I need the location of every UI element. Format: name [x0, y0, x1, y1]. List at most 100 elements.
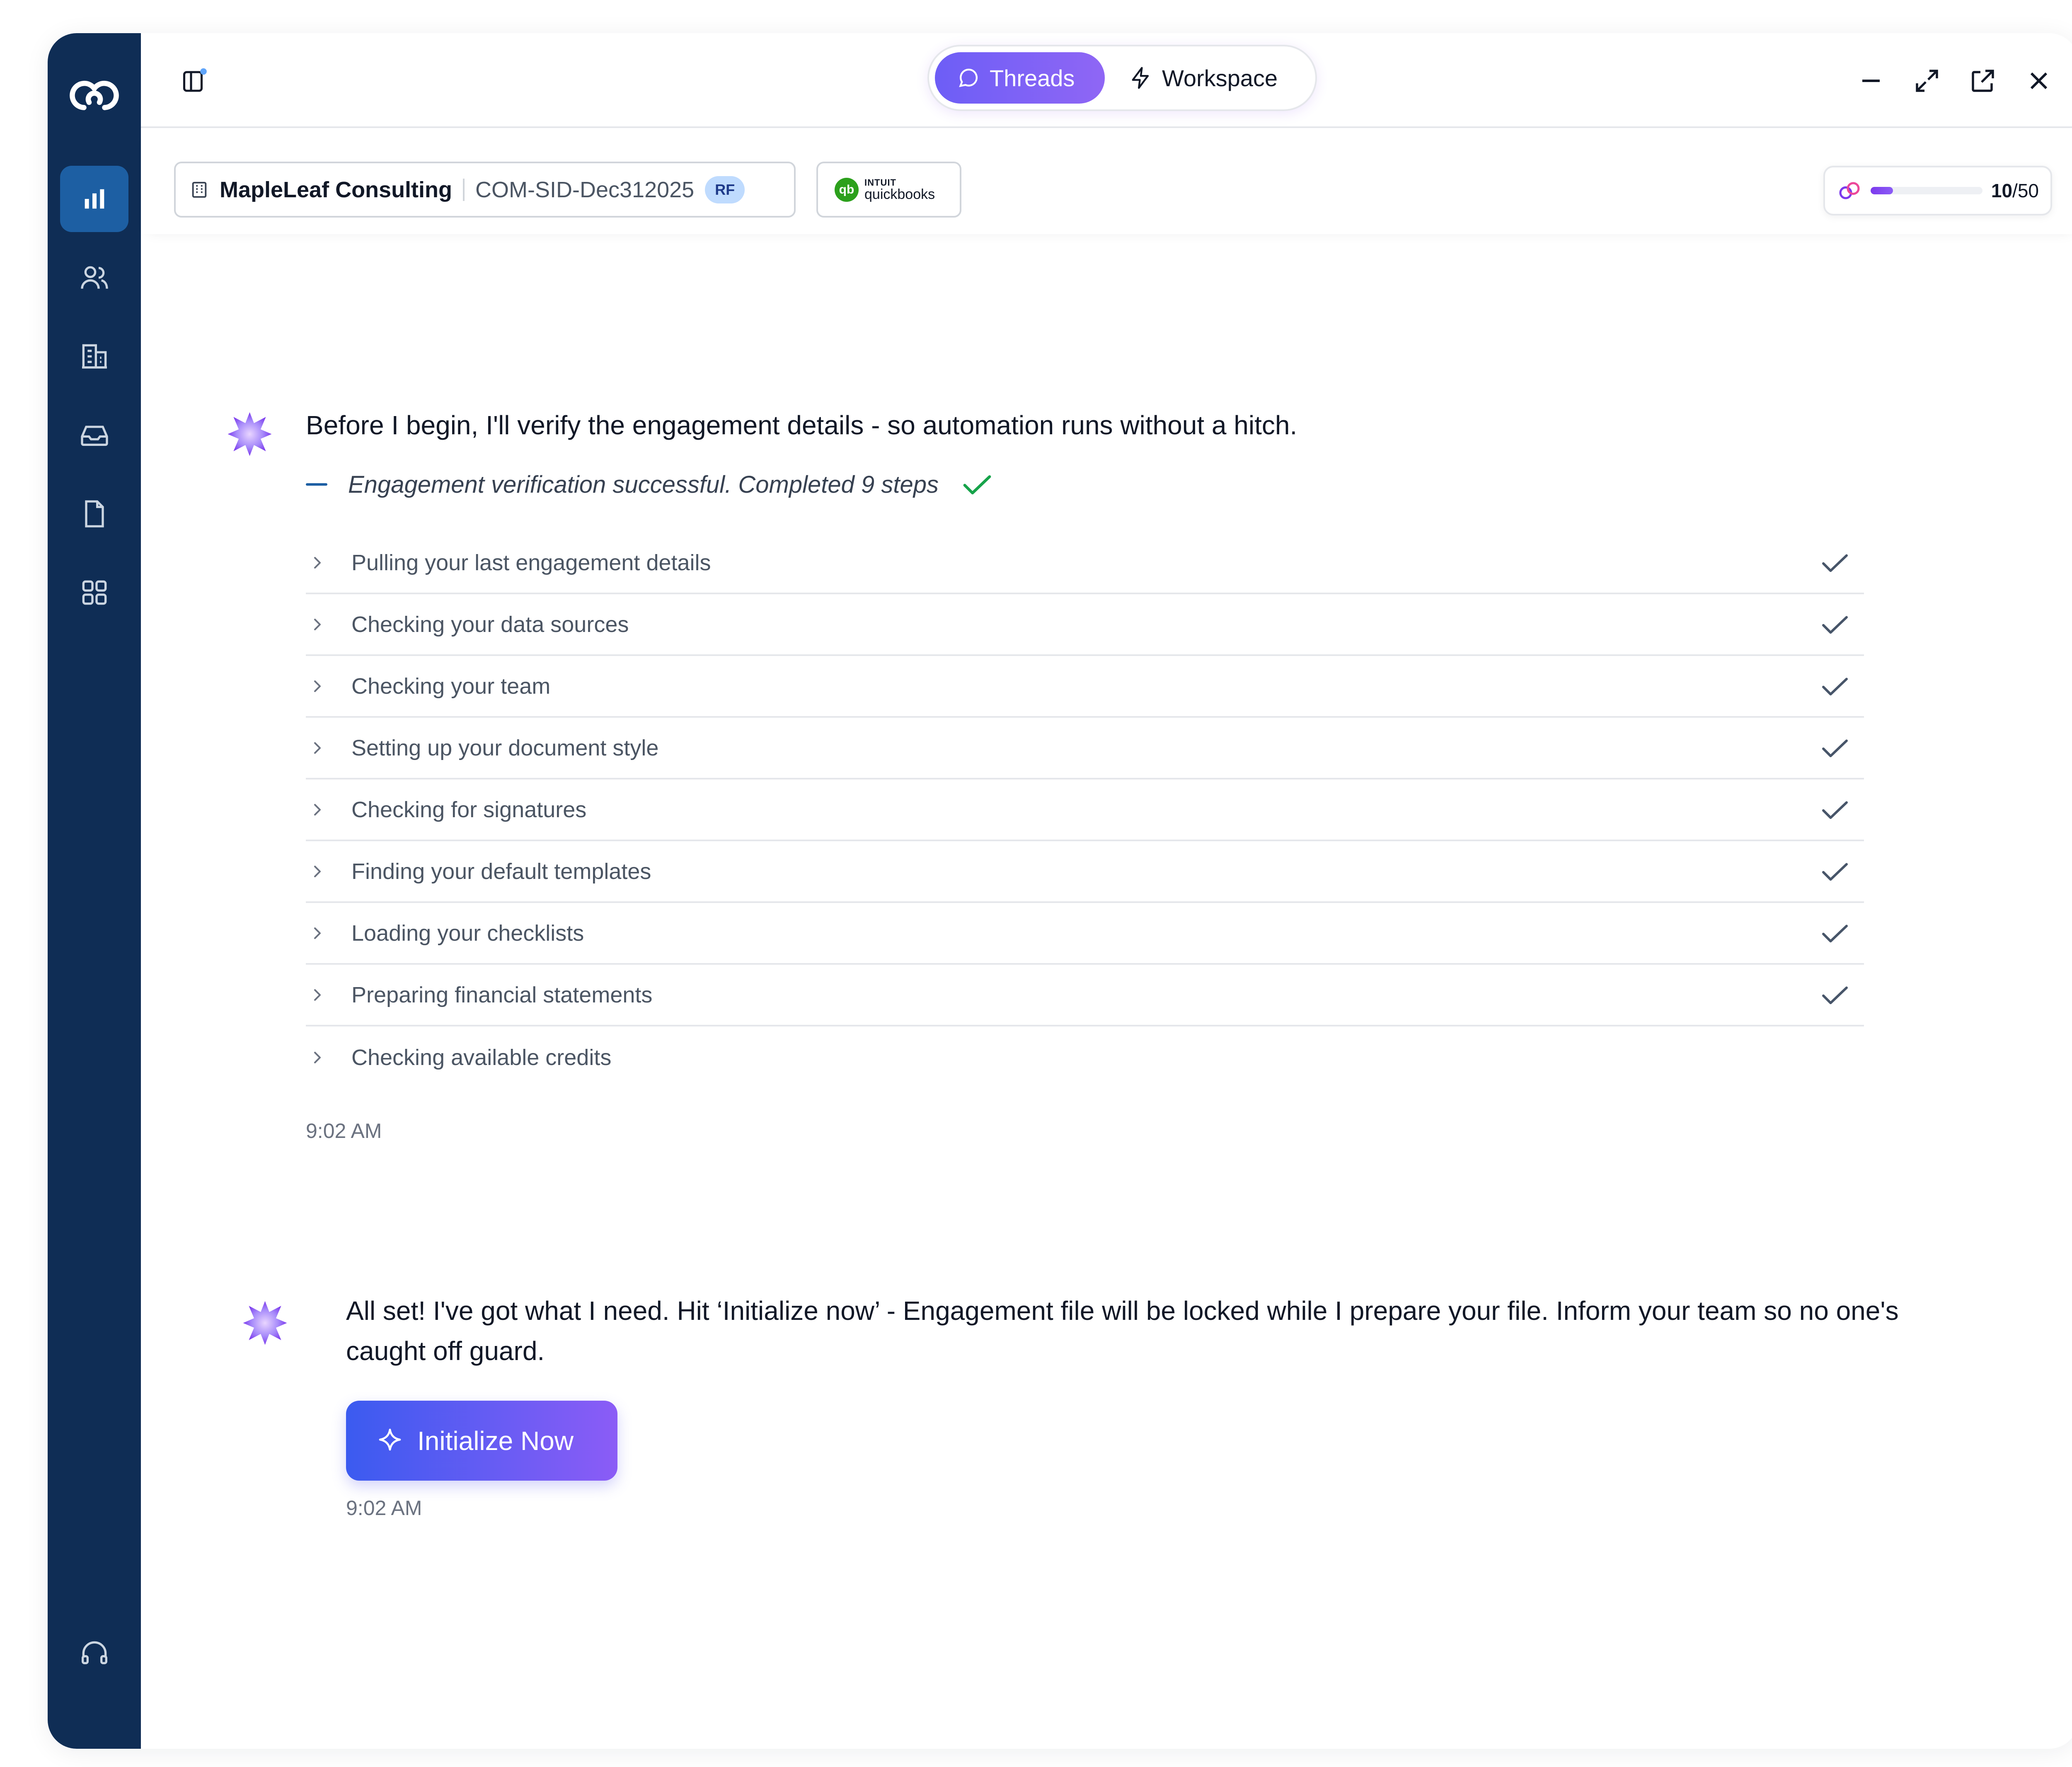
integration-chip[interactable]: qb INTUIT quickbooks — [816, 162, 961, 218]
check-icon — [1822, 863, 1848, 881]
check-icon — [1822, 554, 1848, 572]
step-label: Checking your team — [351, 673, 551, 699]
sidebar-item-support[interactable] — [60, 1620, 128, 1687]
status-badge: RF — [705, 176, 745, 203]
initialize-now-label: Initialize Now — [417, 1426, 574, 1456]
panel-layout-icon — [183, 68, 207, 92]
top-bar: Threads Workspace — [141, 33, 2072, 128]
chevron-right-icon — [314, 989, 321, 1001]
collapse-dash-icon — [306, 483, 327, 486]
credits-link-icon — [1839, 182, 1860, 199]
step-label: Pulling your last engagement details — [351, 550, 711, 575]
chevron-right-icon — [314, 804, 321, 816]
chevron-right-icon — [314, 680, 321, 692]
credits-meter[interactable]: 10/50 — [1823, 166, 2052, 215]
initialize-now-button[interactable]: Initialize Now — [346, 1401, 617, 1481]
verification-status-text: Engagement verification successful. Comp… — [348, 471, 939, 498]
step-row[interactable]: Checking for signatures — [306, 779, 1864, 841]
tab-workspace-label: Workspace — [1162, 65, 1278, 91]
sidebar-item-dashboard[interactable] — [60, 166, 128, 232]
lightning-icon — [1132, 67, 1149, 89]
credits-count: 10/50 — [1991, 179, 2039, 202]
sidebar-item-documents[interactable] — [60, 481, 128, 547]
credits-progress-fill — [1871, 187, 1893, 194]
tab-threads-label: Threads — [990, 65, 1075, 91]
assistant-avatar-icon — [228, 412, 272, 456]
building-icon — [82, 344, 107, 369]
chevron-right-icon — [314, 927, 321, 939]
verification-steps-list: Pulling your last engagement details Chec… — [306, 533, 1864, 1088]
chip-divider — [463, 178, 465, 201]
close-icon — [2030, 72, 2048, 90]
chevron-right-icon — [314, 865, 321, 877]
assistant-message-text: Before I begin, I'll verify the engageme… — [306, 410, 1297, 440]
inbox-icon — [80, 426, 108, 446]
sidebar-item-inbox[interactable] — [60, 402, 128, 468]
expand-arrows-icon — [1916, 70, 1938, 92]
step-label: Setting up your document style — [351, 735, 659, 760]
check-icon — [1822, 986, 1848, 1004]
document-icon — [85, 500, 104, 528]
step-row[interactable]: Pulling your last engagement details — [306, 533, 1864, 594]
step-label: Checking for signatures — [351, 797, 587, 822]
step-label: Checking your data sources — [351, 612, 629, 637]
minimize-icon — [1862, 80, 1880, 82]
minimize-button[interactable] — [1850, 60, 1892, 102]
users-icon — [80, 266, 108, 289]
step-label: Preparing financial statements — [351, 982, 653, 1007]
engagement-code: COM-SID-Dec312025 — [475, 177, 695, 202]
close-button[interactable] — [2018, 60, 2060, 102]
tab-threads[interactable]: Threads — [935, 52, 1105, 104]
chat-bubble-icon — [959, 68, 978, 87]
step-row[interactable]: Checking available credits — [306, 1026, 1864, 1088]
step-row[interactable]: Finding your default templates — [306, 841, 1864, 903]
chevron-right-icon — [314, 557, 321, 569]
sidebar-item-people[interactable] — [60, 244, 128, 311]
sidebar-item-apps[interactable] — [60, 559, 128, 626]
sidebar-item-companies[interactable] — [60, 323, 128, 390]
chevron-right-icon — [314, 618, 321, 630]
assistant-message-text: All set! I've got what I need. Hit ‘Init… — [346, 1296, 1899, 1366]
credits-used: 10 — [1991, 180, 2013, 201]
open-external-button[interactable] — [1962, 60, 2004, 102]
expand-button[interactable] — [1906, 60, 1948, 102]
check-icon — [1822, 678, 1848, 695]
assistant-avatar-icon — [243, 1301, 287, 1345]
client-chip[interactable]: MapleLeaf Consulting COM-SID-Dec312025 R… — [174, 162, 796, 218]
chevron-right-icon — [314, 742, 321, 754]
step-row[interactable]: Checking your data sources — [306, 594, 1864, 656]
client-name: MapleLeaf Consulting — [220, 177, 453, 202]
message-timestamp: 9:02 AM — [346, 1496, 422, 1520]
step-row[interactable]: Checking your team — [306, 656, 1864, 718]
sidebar — [48, 33, 141, 1749]
message-timestamp: 9:02 AM — [306, 1119, 382, 1142]
quickbooks-wordmark: INTUIT quickbooks — [864, 177, 935, 202]
credits-progress-track — [1871, 187, 1982, 194]
toggle-panel-button[interactable] — [174, 60, 215, 102]
credits-total: /50 — [2012, 180, 2039, 201]
bar-chart-icon — [85, 189, 104, 209]
chevron-right-icon — [314, 1051, 321, 1063]
step-row[interactable]: Preparing financial statements — [306, 965, 1864, 1026]
check-icon — [1822, 925, 1848, 942]
step-row[interactable]: Loading your checklists — [306, 903, 1864, 965]
quickbooks-logo-icon: qb — [835, 177, 859, 202]
verification-status[interactable]: Engagement verification successful. Comp… — [306, 466, 996, 503]
check-icon — [1822, 616, 1848, 634]
building-icon — [192, 182, 207, 198]
app-logo-icon — [68, 71, 120, 123]
check-icon — [1822, 739, 1848, 757]
sparkle-icon — [379, 1428, 401, 1450]
step-label: Checking available credits — [351, 1045, 612, 1070]
check-icon — [1822, 801, 1848, 819]
step-label: Finding your default templates — [351, 859, 651, 884]
step-row[interactable]: Setting up your document style — [306, 718, 1864, 779]
tab-workspace[interactable]: Workspace — [1107, 52, 1314, 104]
headset-icon — [81, 1641, 107, 1664]
grid-icon — [82, 580, 107, 605]
external-link-icon — [1972, 70, 1994, 92]
view-switcher: Threads Workspace — [927, 45, 1317, 111]
context-bar: MapleLeaf Consulting COM-SID-Dec312025 R… — [141, 126, 2072, 234]
success-check-icon — [963, 475, 991, 494]
step-label: Loading your checklists — [351, 920, 584, 946]
